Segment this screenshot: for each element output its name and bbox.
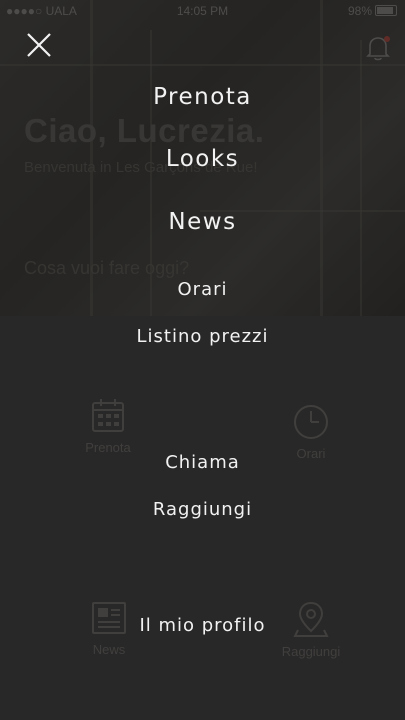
menu-item-listino-prezzi[interactable]: Listino prezzi [0, 326, 405, 347]
close-icon [27, 33, 51, 57]
menu-item-chiama[interactable]: Chiama [0, 452, 405, 473]
menu-item-orari[interactable]: Orari [0, 279, 405, 300]
menu-item-looks[interactable]: Looks [0, 146, 405, 172]
menu-item-raggiungi[interactable]: Raggiungi [0, 499, 405, 520]
menu-item-news[interactable]: News [0, 209, 405, 235]
close-menu-button[interactable] [22, 28, 56, 62]
menu-item-profilo[interactable]: Il mio profilo [0, 615, 405, 636]
menu-item-prenota[interactable]: Prenota [0, 84, 405, 110]
